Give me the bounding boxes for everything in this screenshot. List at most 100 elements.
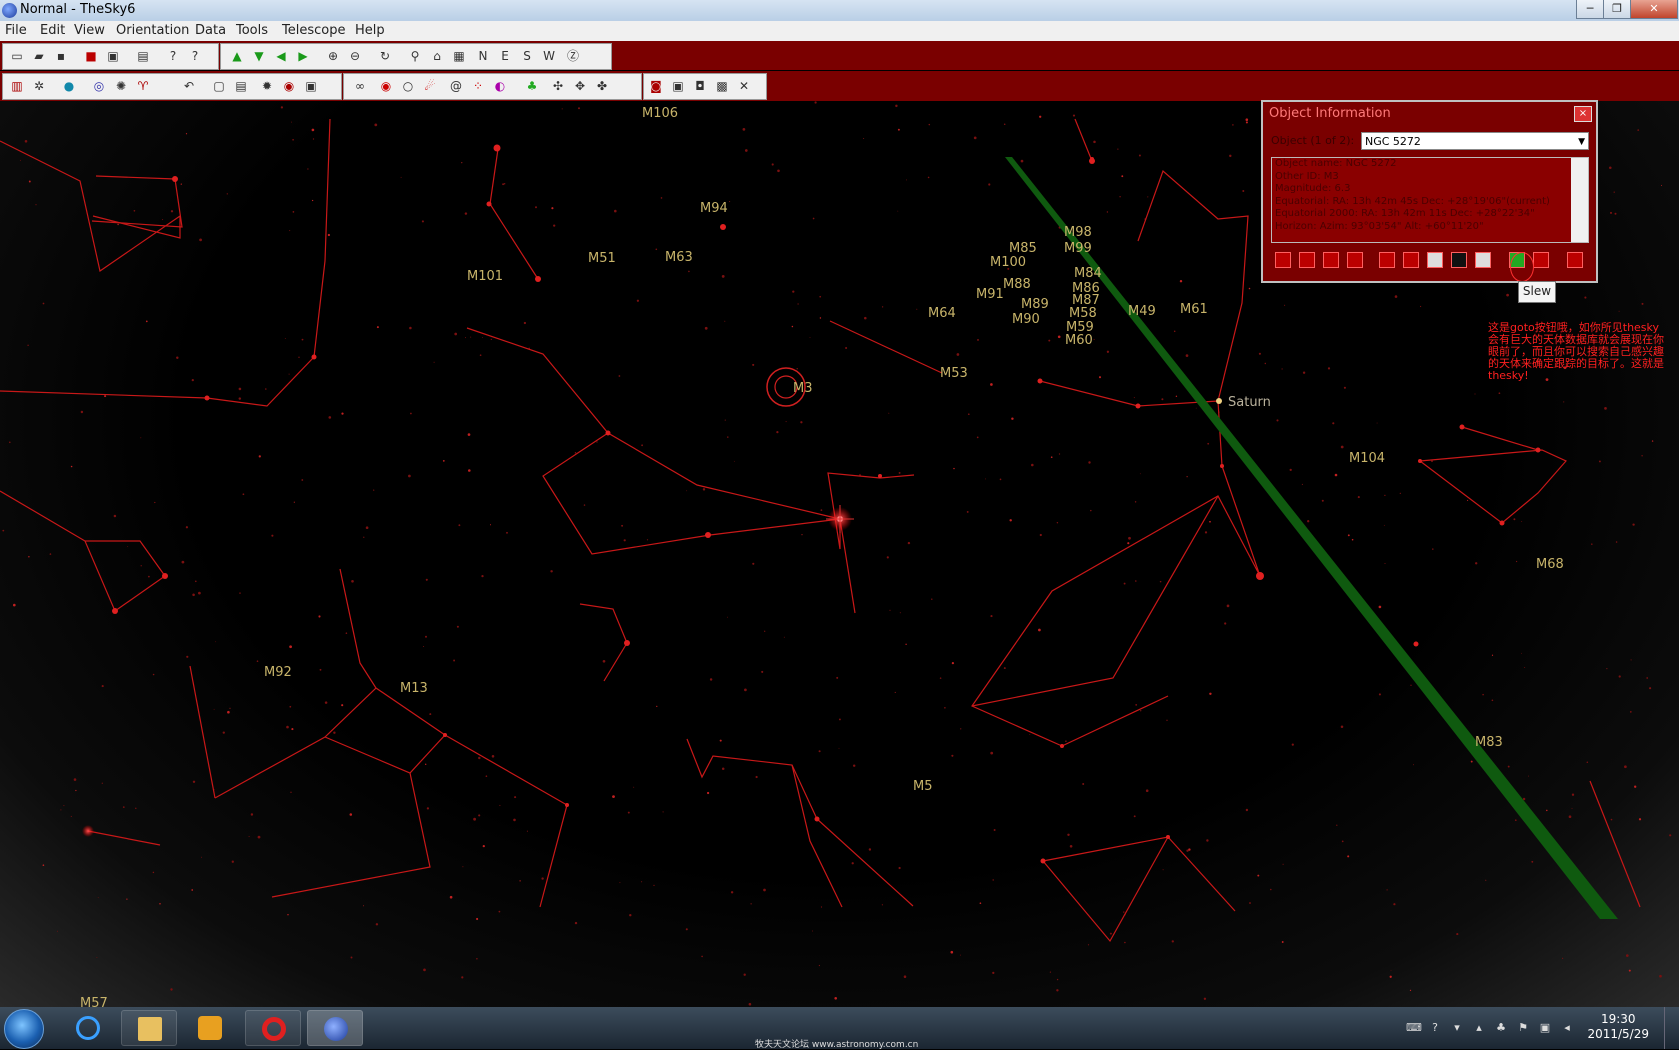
focus-icon[interactable]: ✥ <box>572 78 588 94</box>
object-label[interactable]: M91 <box>976 287 1004 302</box>
horizon-icon[interactable]: ⌂ <box>429 48 445 64</box>
zoom-in-icon[interactable]: ⊕ <box>325 48 341 64</box>
tray-arrow-icon[interactable]: ▾ <box>1450 1021 1464 1035</box>
clock[interactable]: 19:30 2011/5/29 <box>1587 1012 1649 1042</box>
object-label[interactable]: M68 <box>1536 557 1564 572</box>
nebula-icon[interactable]: ✺ <box>113 78 129 94</box>
planets-icon[interactable]: ◉ <box>281 78 297 94</box>
notify-icon[interactable]: ♣ <box>1494 1021 1508 1035</box>
object-label[interactable]: M94 <box>700 201 728 216</box>
camera-icon[interactable]: ◙ <box>648 78 664 94</box>
galaxy-filter-icon[interactable]: ◐ <box>492 78 508 94</box>
stars-icon[interactable]: ✲ <box>31 78 47 94</box>
label-icon[interactable] <box>1323 252 1339 268</box>
telescope-link-icon[interactable]: ♣ <box>524 78 540 94</box>
object-label[interactable]: M49 <box>1128 304 1156 319</box>
taskbar-ie[interactable] <box>60 1010 116 1046</box>
arrow-up-icon[interactable]: ▲ <box>229 48 245 64</box>
object-label[interactable]: M61 <box>1180 302 1208 317</box>
label-icon[interactable]: ▤ <box>233 78 249 94</box>
context-help-icon[interactable]: ? <box>187 48 203 64</box>
mount-icon[interactable]: ✣ <box>550 78 566 94</box>
west-button[interactable]: W <box>541 48 557 64</box>
taskbar-opera[interactable] <box>245 1010 301 1046</box>
find-icon[interactable]: ▢ <box>211 78 227 94</box>
new-icon[interactable]: ▭ <box>9 48 25 64</box>
image-icon[interactable]: ▣ <box>670 78 686 94</box>
open-icon[interactable]: ▰ <box>31 48 47 64</box>
show-desktop-button[interactable] <box>1664 1007 1679 1049</box>
object-label[interactable]: M58 <box>1069 306 1097 321</box>
object-label[interactable]: M99 <box>1064 241 1092 256</box>
asteroid-icon[interactable]: ○ <box>400 78 416 94</box>
sun-icon[interactable]: ✹ <box>259 78 275 94</box>
object-label[interactable]: M90 <box>1012 312 1040 327</box>
volume-icon[interactable]: ◂ <box>1560 1021 1574 1035</box>
chart-view-icon[interactable]: ▦ <box>451 48 467 64</box>
menu-orientation[interactable]: Orientation <box>116 23 189 38</box>
print-icon[interactable]: ▤ <box>135 48 151 64</box>
show-hidden-icon[interactable]: ▴ <box>1472 1021 1486 1035</box>
photo-icon[interactable] <box>1403 252 1419 268</box>
guider-icon[interactable]: ✕ <box>736 78 752 94</box>
menu-telescope[interactable]: Telescope <box>282 23 345 38</box>
taskbar-media-player[interactable] <box>182 1010 238 1046</box>
object-label[interactable]: M60 <box>1065 333 1093 348</box>
image-icon[interactable] <box>1379 252 1395 268</box>
sync-icon[interactable] <box>1533 252 1549 268</box>
object-label[interactable]: M83 <box>1475 735 1503 750</box>
lasso-icon[interactable]: ↶ <box>181 78 197 94</box>
constellation-icon[interactable]: ♈ <box>135 78 151 94</box>
arrow-right-icon[interactable]: ▶ <box>295 48 311 64</box>
cut-icon[interactable]: ■ <box>83 48 99 64</box>
object-label[interactable]: M51 <box>588 251 616 266</box>
south-button[interactable]: S <box>519 48 535 64</box>
center-icon[interactable] <box>1275 252 1291 268</box>
menu-help[interactable]: Help <box>355 23 385 38</box>
save-icon[interactable]: ▪ <box>53 48 69 64</box>
chevron-down-icon[interactable]: ▼ <box>1578 133 1585 151</box>
map-icon[interactable]: ▥ <box>9 78 25 94</box>
black-icon[interactable] <box>1451 252 1467 268</box>
object-label[interactable]: M89 <box>1021 297 1049 312</box>
object-label[interactable]: M104 <box>1349 451 1385 466</box>
object-info-close-icon[interactable]: × <box>1574 106 1592 122</box>
object-label[interactable]: M57 <box>80 996 108 1007</box>
object-label[interactable]: M100 <box>990 255 1026 270</box>
telescope-icon[interactable]: ⚲ <box>407 48 423 64</box>
object-label[interactable]: M106 <box>642 106 678 121</box>
start-button[interactable] <box>4 1009 44 1049</box>
object-label[interactable]: M98 <box>1064 225 1092 240</box>
object-label[interactable]: M5 <box>913 779 933 794</box>
object-label[interactable]: M53 <box>940 366 968 381</box>
taskbar-explorer[interactable] <box>121 1010 177 1046</box>
object-label[interactable]: M13 <box>400 681 428 696</box>
zoom-out-icon[interactable]: ⊖ <box>347 48 363 64</box>
saturn-marker[interactable] <box>1216 398 1222 404</box>
object-label[interactable]: M84 <box>1074 266 1102 281</box>
object-label[interactable]: M3 <box>793 381 813 396</box>
dome-icon[interactable]: ◘ <box>692 78 708 94</box>
object-label[interactable]: M101 <box>467 269 503 284</box>
link-icon[interactable] <box>1347 252 1363 268</box>
object-label[interactable]: M92 <box>264 665 292 680</box>
menu-edit[interactable]: Edit <box>40 23 65 38</box>
zenith-icon[interactable]: Ⓩ <box>565 48 581 64</box>
menu-data[interactable]: Data <box>195 23 226 38</box>
object-select[interactable]: NGC 5272 ▼ <box>1361 132 1589 150</box>
expand-down-icon[interactable] <box>1567 252 1583 268</box>
target-icon[interactable]: ◉ <box>378 78 394 94</box>
spiral-icon[interactable]: @ <box>448 78 464 94</box>
flag-icon[interactable]: ⚑ <box>1516 1021 1530 1035</box>
frame-icon[interactable] <box>1299 252 1315 268</box>
comet-icon[interactable]: ☄ <box>422 78 438 94</box>
object-label[interactable]: M64 <box>928 306 956 321</box>
object-label[interactable]: M63 <box>665 250 693 265</box>
menu-view[interactable]: View <box>74 23 105 38</box>
arrow-left-icon[interactable]: ◀ <box>273 48 289 64</box>
menu-file[interactable]: File <box>5 23 27 38</box>
help-icon[interactable]: ? <box>165 48 181 64</box>
ccd-icon[interactable]: ▩ <box>714 78 730 94</box>
menu-tools[interactable]: Tools <box>236 23 268 38</box>
paste-icon[interactable]: ▣ <box>105 48 121 64</box>
